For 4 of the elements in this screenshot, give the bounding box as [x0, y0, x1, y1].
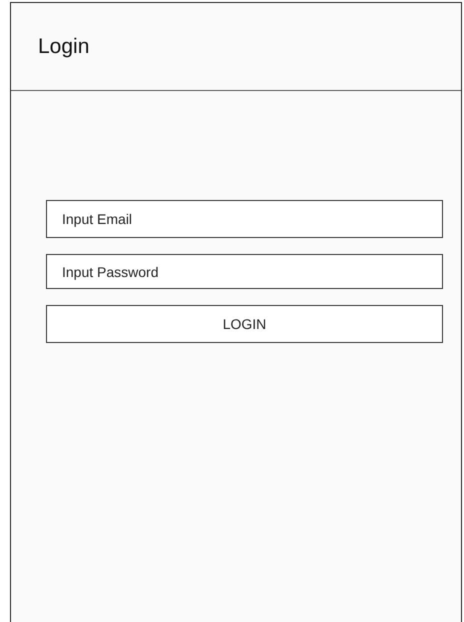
page-title: Login [38, 34, 90, 60]
login-button[interactable]: LOGIN [46, 305, 443, 343]
email-field[interactable]: Input Email [46, 200, 443, 238]
password-field[interactable]: Input Password [46, 254, 443, 289]
